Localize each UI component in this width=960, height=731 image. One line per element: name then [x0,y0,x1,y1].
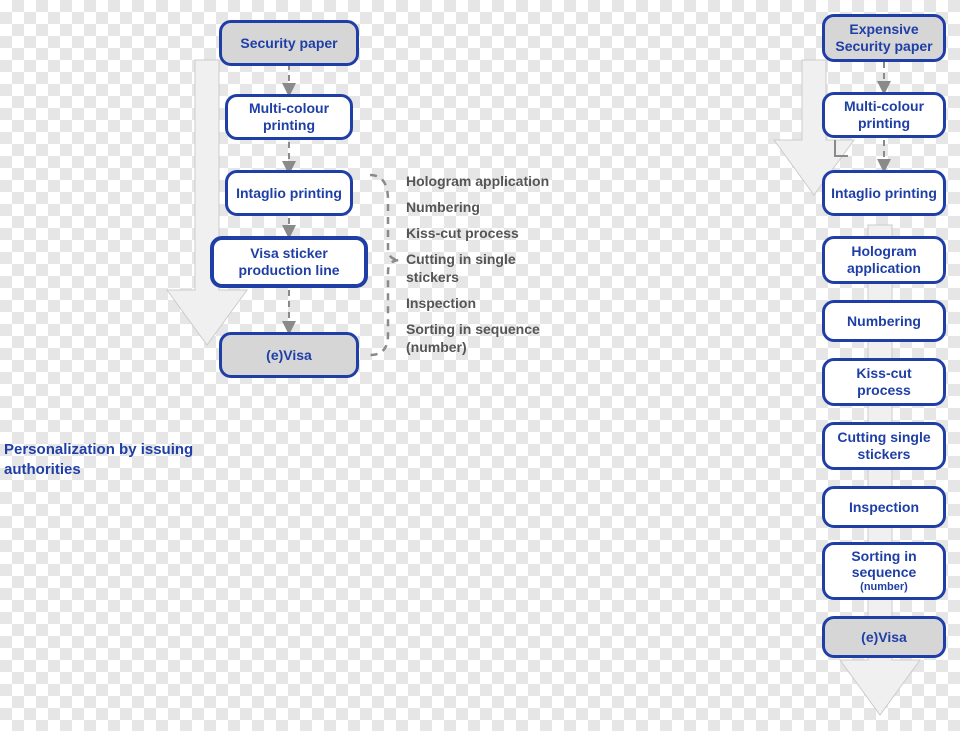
right-step-sorting-in-sequence: Sorting in sequence (number) [822,542,946,600]
annotation-numbering: Numbering [406,194,566,220]
annotation-hologram-application: Hologram application [406,168,566,194]
left-step-multi-colour-printing: Multi-colour printing [225,94,353,140]
left-end-evisa: (e)Visa [219,332,359,378]
footer-personalization-note: Personalization by issuing authorities [4,440,244,479]
annotation-kiss-cut-process: Kiss-cut process [406,220,566,246]
connectors-layer [0,0,960,731]
left-start-security-paper: Security paper [219,20,359,66]
right-start-expensive-security-paper: Expensive Security paper [822,14,946,62]
annotation-cutting-in-single-stickers: Cutting in single stickers [406,250,556,286]
right-step-intaglio-printing: Intaglio printing [822,170,946,216]
right-step-cutting-single-stickers: Cutting single stickers [822,422,946,470]
right-step-sorting-sub: (number) [860,581,908,594]
right-step-sorting-main: Sorting in sequence [831,548,937,582]
right-step-hologram-application: Hologram application [822,236,946,284]
left-step-intaglio-printing: Intaglio printing [225,170,353,216]
left-annotations-list: Hologram application Numbering Kiss-cut … [406,168,566,356]
right-step-kiss-cut-process: Kiss-cut process [822,358,946,406]
left-step-visa-sticker-production-line: Visa sticker production line [210,236,368,288]
annotation-inspection: Inspection [406,290,566,316]
right-step-multi-colour-printing: Multi-colour printing [822,92,946,138]
right-end-evisa: (e)Visa [822,616,946,658]
right-step-inspection: Inspection [822,486,946,528]
right-step-numbering: Numbering [822,300,946,342]
annotation-sorting-in-sequence: Sorting in sequence (number) [406,320,566,356]
